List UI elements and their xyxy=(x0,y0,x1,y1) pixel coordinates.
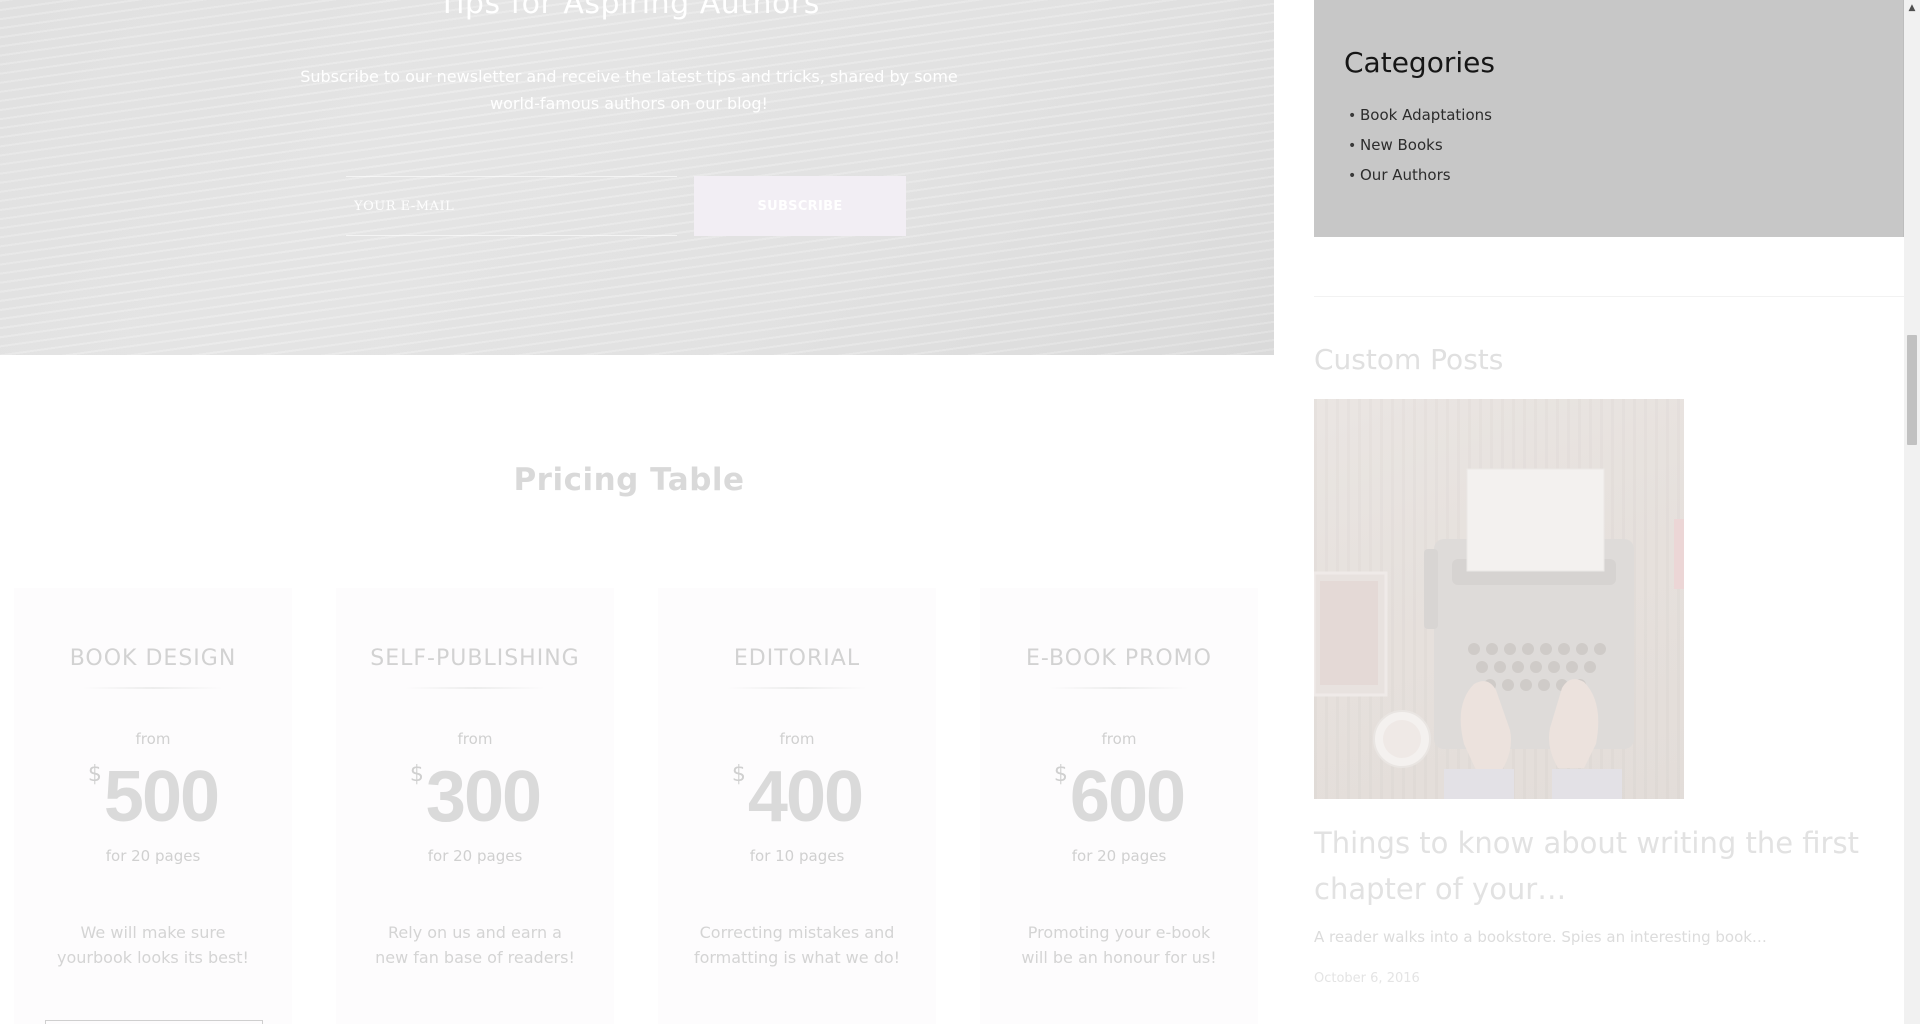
pricing-table: BOOK DESIGN from $500 for 20 pages We wi… xyxy=(14,588,1258,1024)
plan-price: $500 xyxy=(14,758,292,836)
category-item: • New Books xyxy=(1348,134,1492,164)
typewriter-lever xyxy=(1424,549,1438,629)
plan-divider xyxy=(405,687,545,689)
plan-amount: 400 xyxy=(747,757,864,837)
email-input[interactable] xyxy=(346,176,677,236)
typewriter-illustration xyxy=(1314,468,1684,799)
plan-description: Correcting mistakes and formatting is wh… xyxy=(693,923,901,967)
scroll-up-arrow-icon[interactable]: ▲ xyxy=(1904,0,1920,16)
plan-from-label: from xyxy=(457,730,493,748)
category-link-book-adaptations[interactable]: Book Adaptations xyxy=(1360,106,1492,124)
pricing-card-editorial: EDITORIAL from $400 for 10 pages Correct… xyxy=(658,588,936,1024)
plan-from-label: from xyxy=(779,730,815,748)
post-thumbnail[interactable] xyxy=(1314,399,1684,799)
category-item: • Our Authors xyxy=(1348,164,1492,194)
category-link-our-authors[interactable]: Our Authors xyxy=(1360,166,1451,184)
plan-description: Promoting your e-book will be an honour … xyxy=(1021,923,1217,967)
plan-divider xyxy=(1049,687,1189,689)
hero-subtitle: Subscribe to our newsletter and receive … xyxy=(300,67,958,113)
notebook-edge xyxy=(1674,519,1684,589)
left-sleeve xyxy=(1444,769,1514,799)
plan-amount: 600 xyxy=(1069,757,1186,837)
plan-currency: $ xyxy=(731,762,746,787)
plan-pages: for 20 pages xyxy=(105,847,201,865)
plan-name: E-BOOK PROMO xyxy=(1026,646,1212,671)
post-excerpt: A reader walks into a bookstore. Spies a… xyxy=(1314,928,1767,946)
bullet-icon: • xyxy=(1348,168,1357,184)
custom-posts-title: Custom Posts xyxy=(1314,343,1504,376)
sidebar-divider xyxy=(1314,296,1904,297)
plan-name: SELF-PUBLISHING xyxy=(370,646,580,671)
photo-frame-picture xyxy=(1320,581,1378,685)
plan-amount: 300 xyxy=(425,757,542,837)
coffee-surface xyxy=(1383,720,1421,758)
plan-price: $400 xyxy=(658,758,936,836)
typewriter-paper xyxy=(1466,468,1605,572)
category-link-new-books[interactable]: New Books xyxy=(1360,136,1443,154)
plan-currency: $ xyxy=(87,762,102,787)
plan-price: $600 xyxy=(980,758,1258,836)
subscribe-button[interactable]: SUBSCRIBE xyxy=(694,176,906,236)
plan-name: BOOK DESIGN xyxy=(69,646,237,671)
newsletter-hero: Tips for Aspiring Authors Subscribe to o… xyxy=(0,0,1274,355)
pricing-card-book-design: BOOK DESIGN from $500 for 20 pages We wi… xyxy=(14,588,292,1024)
plan-currency: $ xyxy=(409,762,424,787)
post-date: October 6, 2016 xyxy=(1314,971,1420,986)
bullet-icon: • xyxy=(1348,108,1357,124)
plan-name: EDITORIAL xyxy=(733,646,861,671)
post-title-link[interactable]: Things to know about writing the first c… xyxy=(1314,820,1884,912)
plan-currency: $ xyxy=(1053,762,1068,787)
plan-pages: for 10 pages xyxy=(749,847,845,865)
categories-widget: Categories • Book Adaptations • New Books … xyxy=(1314,0,1904,237)
plan-description: We will make sure yourbook looks its bes… xyxy=(57,923,249,967)
plan-price: $300 xyxy=(336,758,614,836)
pricing-card-self-publishing: SELF-PUBLISHING from $300 for 20 pages R… xyxy=(336,588,614,1024)
scrollbar-thumb[interactable] xyxy=(1907,335,1917,445)
plan-pages: for 20 pages xyxy=(427,847,523,865)
hero-title: Tips for Aspiring Authors xyxy=(438,0,820,21)
plan-pages: for 20 pages xyxy=(1071,847,1167,865)
plan-divider xyxy=(83,687,223,689)
pricing-card-ebook-promo: E-BOOK PROMO from $600 for 20 pages Prom… xyxy=(980,588,1258,1024)
pricing-title: Pricing Table xyxy=(513,462,745,498)
plan-divider xyxy=(727,687,867,689)
right-sleeve xyxy=(1552,769,1622,799)
category-item: • Book Adaptations xyxy=(1348,104,1492,134)
categories-list: • Book Adaptations • New Books • Our Author… xyxy=(1348,104,1492,194)
plan-from-label: from xyxy=(1101,730,1137,748)
plan-from-label: from xyxy=(135,730,171,748)
categories-title: Categories xyxy=(1344,46,1495,79)
plan-amount: 500 xyxy=(103,757,220,837)
page-scrollbar[interactable]: ▲ xyxy=(1904,0,1920,1024)
bullet-icon: • xyxy=(1348,138,1357,154)
plan-description: Rely on us and earn a new fan base of re… xyxy=(375,923,575,967)
plan-button[interactable] xyxy=(45,1020,263,1024)
